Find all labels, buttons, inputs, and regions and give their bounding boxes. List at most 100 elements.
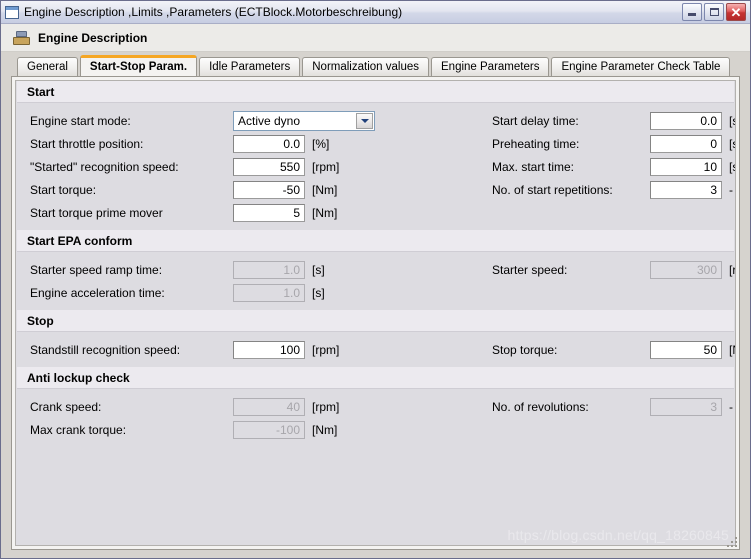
unit-label: [Nm] xyxy=(312,205,338,220)
tab-engine-parameters[interactable]: Engine Parameters xyxy=(431,57,550,76)
dropdown-engine-start-mode[interactable]: Active dyno xyxy=(233,110,375,131)
label-preheating-time: Preheating time: xyxy=(492,136,580,151)
title-bar: Engine Description ,Limits ,Parameters (… xyxy=(1,1,750,24)
close-button[interactable]: ✕ xyxy=(726,3,746,21)
tab-strip: General Start-Stop Param. Idle Parameters N… xyxy=(1,55,750,76)
input-standstill-recognition-speed[interactable] xyxy=(233,340,305,359)
label-max-crank-torque: Max crank torque: xyxy=(30,422,127,437)
input-max-crank-torque xyxy=(233,420,305,439)
page-title: Engine Description xyxy=(38,30,148,45)
form-row: Engine acceleration time: [s] xyxy=(16,281,735,304)
section-header: Stop xyxy=(17,310,734,332)
unit-label: [rpm] xyxy=(312,159,340,174)
tab-strip-wrapper: General Start-Stop Param. Idle Parameters N… xyxy=(1,52,750,76)
form-row: Start throttle position: [%] Preheating ti… xyxy=(16,132,735,155)
label-starter-speed: Starter speed: xyxy=(492,262,568,277)
input-no-of-start-repetitions[interactable] xyxy=(650,180,722,199)
label-starter-speed-ramp-time: Starter speed ramp time: xyxy=(30,262,163,277)
label-engine-start-mode: Engine start mode: xyxy=(30,113,131,128)
input-engine-acceleration-time xyxy=(233,283,305,302)
section-body: Crank speed: [rpm] No. of revolutions: - Max… xyxy=(16,389,735,447)
unit-label: [s] xyxy=(729,113,735,128)
section-body: Standstill recognition speed: [rpm] Stop t… xyxy=(16,332,735,367)
tab-normalization-values[interactable]: Normalization values xyxy=(302,57,429,76)
form-cell-left: Max crank torque: [Nm] xyxy=(16,420,456,439)
form-cell-right: Starter speed: [rpm] xyxy=(456,260,736,279)
label-no-of-revolutions: No. of revolutions: xyxy=(492,399,589,414)
input-max-start-time[interactable] xyxy=(650,157,722,176)
input-start-throttle-position[interactable] xyxy=(233,134,305,153)
form-row: Standstill recognition speed: [rpm] Stop t… xyxy=(16,338,735,361)
engine-icon xyxy=(13,30,30,45)
form-cell-left: Start throttle position: [%] xyxy=(16,134,456,153)
form-row: Start torque prime mover [Nm] xyxy=(16,201,735,224)
form-row: Max crank torque: [Nm] xyxy=(16,418,735,441)
tab-engine-parameter-check-table[interactable]: Engine Parameter Check Table xyxy=(551,57,731,76)
window-icon xyxy=(5,5,19,19)
form-row: Crank speed: [rpm] No. of revolutions: - xyxy=(16,395,735,418)
tab-general[interactable]: General xyxy=(17,57,78,76)
dropdown-value: Active dyno xyxy=(238,113,301,128)
form-cell-right: No. of revolutions: - xyxy=(456,397,735,416)
unit-label: [Nm] xyxy=(312,422,338,437)
unit-label: [s] xyxy=(312,285,325,300)
input-start-torque-prime-mover[interactable] xyxy=(233,203,305,222)
section-header: Start xyxy=(17,81,734,103)
form-cell-right: Preheating time: [s] xyxy=(456,134,735,153)
input-stop-torque[interactable] xyxy=(650,340,722,359)
unit-label: - xyxy=(729,182,733,197)
section-header: Anti lockup check xyxy=(17,367,734,389)
label-started-recognition-speed: "Started" recognition speed: xyxy=(30,159,179,174)
label-start-torque: Start torque: xyxy=(30,182,97,197)
tab-start-stop-param[interactable]: Start-Stop Param. xyxy=(79,55,198,76)
label-no-of-start-repetitions: No. of start repetitions: xyxy=(492,182,613,197)
content-panel-outer: Start Engine start mode: Active dyno Start … xyxy=(11,76,740,550)
unit-label: [s] xyxy=(729,136,735,151)
label-max-start-time: Max. start time: xyxy=(492,159,575,174)
form-row: Engine start mode: Active dyno Start delay… xyxy=(16,109,735,132)
minimize-button[interactable] xyxy=(682,3,702,21)
input-no-of-revolutions xyxy=(650,397,722,416)
form-row: Starter speed ramp time:[s]Starter speed… xyxy=(16,258,735,281)
form-cell-left: Start torque prime mover [Nm] xyxy=(16,203,456,222)
unit-label: - xyxy=(729,399,733,414)
form-cell-right: Start delay time: [s] xyxy=(456,111,735,130)
section-header: Start EPA conform xyxy=(17,230,734,252)
input-start-delay-time[interactable] xyxy=(650,111,722,130)
input-crank-speed xyxy=(233,397,305,416)
input-preheating-time[interactable] xyxy=(650,134,722,153)
form-cell-left: Engine acceleration time: [s] xyxy=(16,283,456,302)
unit-label: [Nm] xyxy=(312,182,338,197)
unit-label: [s] xyxy=(312,262,325,277)
maximize-button[interactable] xyxy=(704,3,724,21)
section-body: Engine start mode: Active dyno Start delay… xyxy=(16,103,735,230)
input-start-torque[interactable] xyxy=(233,180,305,199)
form-cell-left: Starter speed ramp time: [s] xyxy=(16,260,456,279)
input-starter-speed-ramp-time xyxy=(233,260,305,279)
form-cell-left: Crank speed: [rpm] xyxy=(16,397,456,416)
form-cell-right: Max. start time: [s] xyxy=(456,157,735,176)
form-row: "Started" recognition speed: [rpm] Max. st… xyxy=(16,155,735,178)
tab-idle-parameters[interactable]: Idle Parameters xyxy=(199,57,301,76)
page-header: Engine Description xyxy=(1,24,750,52)
window-title: Engine Description ,Limits ,Parameters (… xyxy=(24,5,403,19)
section-body: Starter speed ramp time:[s]Starter speed… xyxy=(16,252,735,310)
content-panel: Start Engine start mode: Active dyno Start … xyxy=(15,80,736,546)
unit-label: [rpm] xyxy=(312,342,340,357)
resize-grip[interactable] xyxy=(725,535,737,547)
input-started-recognition-speed[interactable] xyxy=(233,157,305,176)
unit-label: [rpm] xyxy=(729,262,736,277)
window-controls: ✕ xyxy=(682,3,748,21)
unit-label: [%] xyxy=(312,136,330,151)
form-cell-left: "Started" recognition speed: [rpm] xyxy=(16,157,456,176)
form-cell-left: Engine start mode: Active dyno xyxy=(16,110,456,131)
form-cell-left: Standstill recognition speed: [rpm] xyxy=(16,340,456,359)
label-start-torque-prime-mover: Start torque prime mover xyxy=(30,205,163,220)
unit-label: [Nm] xyxy=(729,342,735,357)
label-start-delay-time: Start delay time: xyxy=(492,113,579,128)
chevron-down-icon[interactable] xyxy=(356,112,373,129)
label-stop-torque: Stop torque: xyxy=(492,342,558,357)
form-row: Start torque: [Nm] No. of start repetition… xyxy=(16,178,735,201)
form-cell-right: No. of start repetitions: - xyxy=(456,180,735,199)
input-starter-speed xyxy=(650,260,722,279)
